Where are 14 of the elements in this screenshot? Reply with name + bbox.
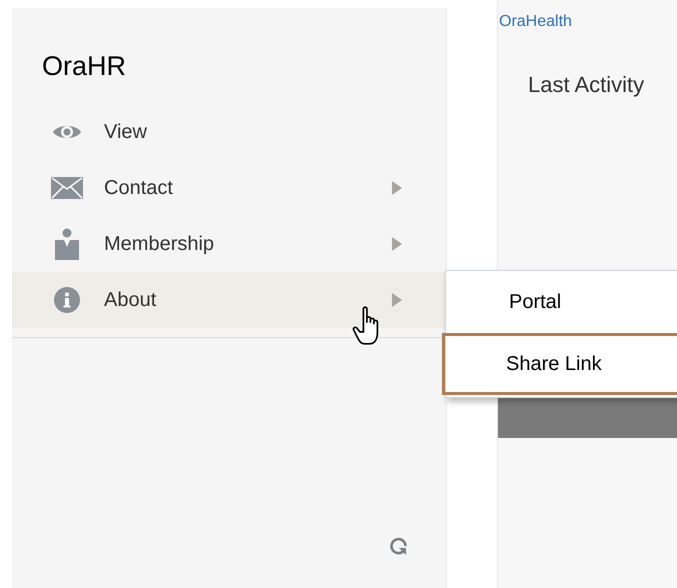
- refresh-icon[interactable]: [389, 536, 409, 556]
- submenu-item[interactable]: Share Link: [442, 333, 677, 395]
- envelope-icon: [51, 177, 83, 199]
- eye-icon: [52, 123, 82, 141]
- breadcrumb-link[interactable]: OraHealth: [499, 10, 572, 34]
- section-heading: Last Activity: [528, 71, 644, 99]
- menu-item[interactable]: Contact: [12, 160, 446, 216]
- app-title: OraHR: [42, 50, 126, 83]
- info-icon: [54, 287, 80, 313]
- menu-item[interactable]: View: [12, 104, 446, 160]
- menu-item[interactable]: About: [12, 272, 446, 328]
- menu-item[interactable]: Membership: [12, 216, 446, 272]
- person-icon: [55, 228, 79, 260]
- submenu-item[interactable]: Portal: [446, 271, 677, 333]
